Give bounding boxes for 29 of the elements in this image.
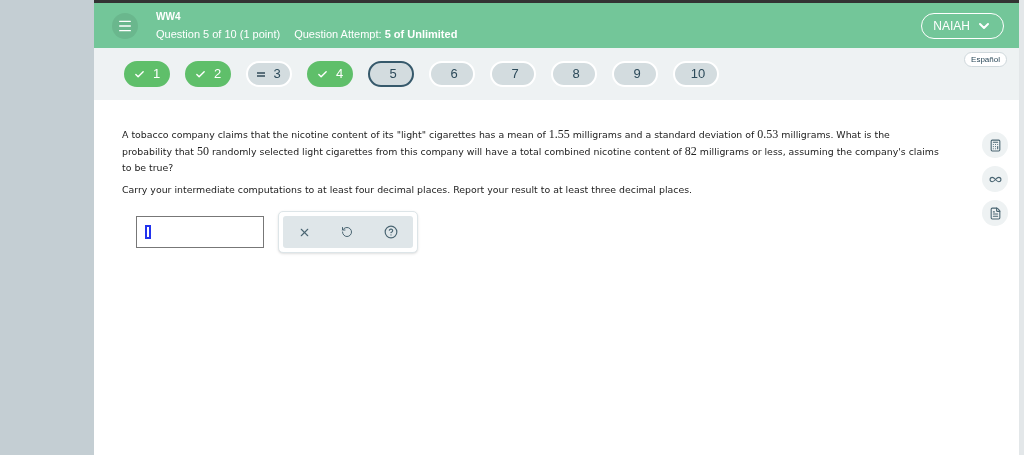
attempt-info: Question Attempt: 5 of Unlimited — [294, 26, 458, 42]
undo-icon — [341, 226, 354, 239]
calculator-button[interactable] — [982, 132, 1008, 158]
question-button[interactable]: 3 — [246, 61, 292, 87]
question-button[interactable]: 7 — [490, 61, 536, 87]
link-button[interactable] — [982, 166, 1008, 192]
document-icon — [988, 206, 1002, 220]
check-icon — [133, 68, 145, 80]
notes-button[interactable] — [982, 200, 1008, 226]
problem-text: A tobacco company claims that the nicotine content of its "light" cigarettes has a mean of 1.55 milligrams and a standard deviation of 0.53 milligrams. What is the probability that 50 randomly selected light cigarettes from this company will have a total combined nicotine content of 82 milligrams or less, assuming the company's claims to be true? — [122, 126, 940, 175]
calculator-icon — [988, 138, 1002, 152]
language-button[interactable]: Español — [964, 52, 1007, 67]
question-button[interactable]: 9 — [612, 61, 658, 87]
cursor-icon — [145, 225, 151, 240]
help-button[interactable] — [383, 225, 398, 240]
help-icon — [383, 225, 398, 240]
instructions-text: Carry your intermediate computations to at least four decimal places. Report your result to at least three decimal places. — [122, 183, 694, 197]
partial-icon — [257, 71, 266, 77]
check-icon — [194, 68, 206, 80]
assignment-title: WW4 — [156, 9, 182, 24]
question-button[interactable]: 8 — [551, 61, 597, 87]
answer-field[interactable] — [136, 216, 264, 249]
question-button[interactable]: 10 — [673, 61, 719, 87]
question-button[interactable]: 6 — [429, 61, 475, 87]
question-button[interactable]: 5 — [368, 61, 414, 87]
menu-button[interactable] — [112, 12, 138, 39]
question-info: Question 5 of 10 (1 point) — [156, 26, 281, 42]
reset-button[interactable] — [341, 226, 354, 239]
check-icon — [316, 68, 328, 80]
